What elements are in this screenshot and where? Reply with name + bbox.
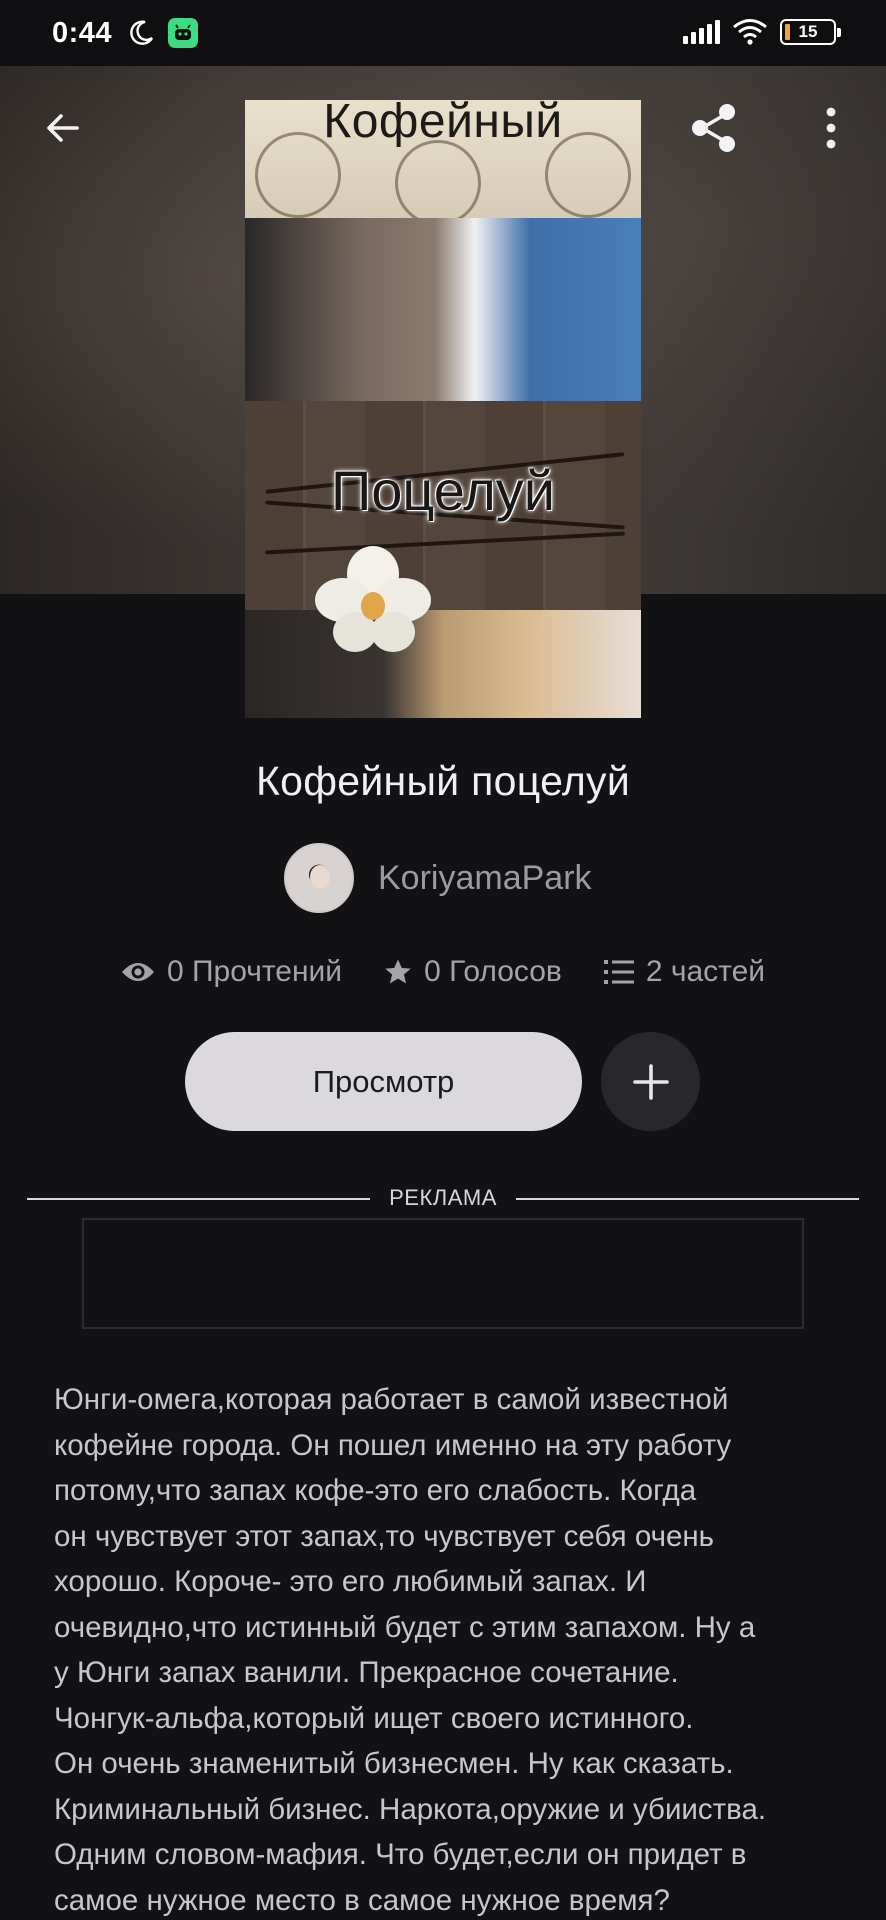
ad-banner[interactable] [82, 1218, 804, 1329]
story-cover-image[interactable]: Кофейный Поцелуй [245, 100, 641, 718]
star-icon [385, 959, 411, 984]
arrow-left-icon [47, 114, 79, 142]
stat-reads-label: 0 Прочтений [166, 955, 343, 988]
signal-icon [683, 20, 720, 44]
status-indicators: 15 [683, 18, 841, 46]
screen: 0:44 15 Кофейный Поцелуй Кофейный поцелу… [0, 0, 886, 1920]
stat-parts-label: 2 частей [645, 955, 766, 988]
story-description: Юнги-омега,которая работает в самой изве… [54, 1383, 767, 1917]
eye-icon [121, 963, 154, 981]
cover-photo-panel [245, 218, 641, 401]
author-avatar [284, 843, 354, 913]
cover-photo-panel-bottom [245, 610, 641, 718]
cover-title-line-2: Поцелуй [330, 459, 556, 522]
story-title: Кофейный поцелуй [255, 758, 631, 804]
orchid-flower-icon [315, 546, 431, 652]
back-button[interactable] [27, 92, 99, 164]
plus-icon [632, 1063, 669, 1100]
read-button[interactable]: Просмотр [185, 1032, 582, 1131]
wifi-icon [733, 19, 767, 45]
stat-votes: 0 Голосов [384, 955, 562, 989]
more-options-button[interactable] [795, 92, 867, 164]
android-app-icon [168, 18, 199, 48]
stat-parts: 2 частей [603, 955, 766, 989]
stat-votes-label: 0 Голосов [424, 955, 562, 988]
share-icon [692, 104, 735, 152]
share-button[interactable] [678, 92, 750, 164]
author-link[interactable]: KoriyamaPark [284, 843, 592, 913]
author-name: KoriyamaPark [378, 858, 592, 897]
battery-icon: 15 [780, 19, 841, 45]
more-vertical-icon [826, 107, 836, 149]
story-stats: 0 Прочтений 0 Голосов 2 частей [0, 955, 886, 989]
ad-divider: РЕКЛАМА [27, 1185, 859, 1215]
battery-level: 15 [798, 22, 818, 41]
add-to-library-button[interactable] [601, 1032, 700, 1131]
stat-reads: 0 Прочтений [121, 955, 342, 989]
status-time: 0:44 [52, 16, 113, 49]
moon-icon [130, 20, 154, 45]
list-icon [603, 960, 634, 984]
cover-title-line-1: Кофейный [323, 100, 563, 148]
status-bar: 0:44 15 [0, 0, 886, 66]
